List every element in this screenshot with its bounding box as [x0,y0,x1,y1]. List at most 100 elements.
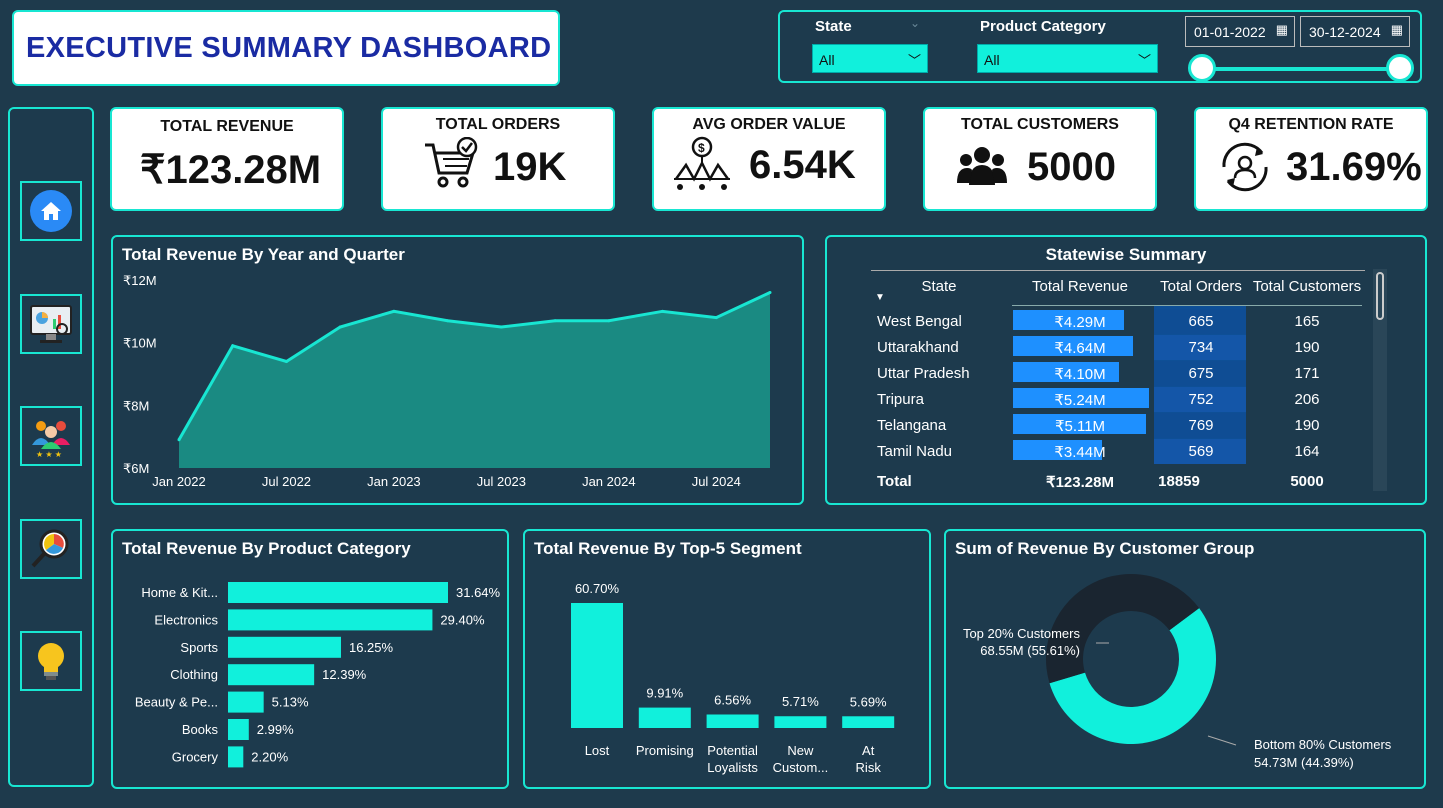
calendar-icon: ▦ [1275,22,1288,37]
category-bar[interactable] [228,746,244,768]
segment-bar[interactable] [638,707,691,728]
data-point[interactable] [284,359,288,363]
x-tick-label: Jan 2024 [582,474,636,489]
end-date-field[interactable]: 30-12-2024 ▦ [1300,16,1410,47]
kpi-value: 19K [493,145,567,189]
data-point[interactable] [553,319,557,323]
customers-cell: 190 [1294,417,1320,434]
slider-start-handle[interactable] [1188,54,1216,82]
slider-end-handle[interactable] [1386,54,1414,82]
data-point[interactable] [499,325,503,329]
data-point[interactable] [768,291,772,295]
nav-search-button[interactable] [20,519,82,579]
x-tick-label: Jan 2022 [152,474,206,489]
customers-cell: 164 [1294,443,1320,460]
y-tick-label: ₹8M [123,398,149,413]
statewise-summary-panel: Statewise Summary State Total Revenue Tota… [825,235,1427,505]
state-cell: Uttarakhand [877,339,959,356]
y-tick-label: ₹6M [123,461,149,476]
state-cell: Telangana [877,417,947,434]
data-point[interactable] [338,325,342,329]
kpi-title: TOTAL ORDERS [435,116,561,133]
state-dropdown[interactable]: All ﹀ [812,44,928,73]
start-date-value: 01-01-2022 [1194,24,1266,40]
customers-cell: 190 [1294,339,1320,356]
nav-insights-button[interactable] [20,631,82,691]
leader-line [1207,735,1237,746]
total-label: Total [877,473,912,490]
category-bar[interactable] [228,664,315,686]
category-label: Clothing [170,667,218,682]
data-label: 9.91% [646,686,683,701]
segment-bar[interactable] [571,603,623,728]
end-date-value: 30-12-2024 [1309,24,1381,40]
category-bar[interactable] [228,582,448,603]
category-label: Electronics [154,612,218,627]
kpi-title: TOTAL REVENUE [160,118,294,135]
data-label: 16.25% [349,640,394,655]
customer-group-panel: Sum of Revenue By Customer Group Top 20%… [944,529,1426,789]
svg-text:$: $ [698,141,705,155]
slice-category-label: Bottom 80% Customers [1254,737,1392,752]
kpi-avg-order-value: AVG ORDER VALUE $ 6.54K [652,107,886,211]
category-dropdown-value: All [984,52,1000,68]
data-label: 5.13% [272,695,309,710]
kpi-total-customers: TOTAL CUSTOMERS 5000 [923,107,1157,211]
customer-group-icon: ★ ★ ★ [32,421,70,459]
home-icon [30,190,72,232]
kpi-title: Q4 RETENTION RATE [1228,116,1394,133]
lightbulb-icon [38,643,64,680]
segment-bar[interactable] [774,716,827,728]
state-filter-label: State [815,18,852,35]
category-bar[interactable] [228,719,249,740]
kpi-title: AVG ORDER VALUE [692,116,846,133]
state-cell: Tripura [877,391,924,408]
customers-cell: 206 [1294,391,1320,408]
data-point[interactable] [607,319,611,323]
nav-analytics-button[interactable] [20,294,82,354]
data-label: 2.20% [251,749,288,764]
data-label: 2.99% [257,722,294,737]
category-label: Sports [180,640,218,655]
state-dropdown-value: All [819,52,835,68]
y-tick-label: ₹10M [123,336,157,351]
slice-value-label: 68.55M (55.61%) [980,643,1080,658]
date-range-slider[interactable] [1203,67,1401,71]
kpi-total-orders: TOTAL ORDERS 19K [381,107,615,211]
filter-panel: State ⌄ All ﹀ Product Category All ﹀ 01-… [778,10,1422,83]
customers-cell: 165 [1294,313,1320,330]
kpi-value: 31.69% [1286,145,1422,189]
data-point[interactable] [392,309,396,313]
data-point[interactable] [446,319,450,323]
data-point[interactable] [661,309,665,313]
nav-customers-button[interactable]: ★ ★ ★ [20,406,82,466]
revenue-trend-panel: Total Revenue By Year and Quarter ₹6M ₹8M… [111,235,804,505]
category-bar[interactable] [228,636,341,658]
shopping-cart-icon [425,137,478,188]
scrollbar[interactable] [1373,269,1387,491]
category-label: Grocery [172,749,219,764]
data-point[interactable] [177,438,181,442]
segment-bar[interactable] [706,714,759,728]
nav-home-button[interactable] [20,181,82,241]
revenue-area-chart: ₹6M ₹8M ₹10M ₹12M Jan 2022 Jul 2022 Jan 2023 Ju… [123,273,772,489]
state-cell: Uttar Pradesh [877,365,970,382]
segment-label: Promising [636,743,694,758]
category-bar[interactable] [228,609,433,631]
total-customers: 5000 [1290,473,1324,490]
data-point[interactable] [714,316,718,320]
category-dropdown[interactable]: All ﹀ [977,44,1158,73]
svg-text:★ ★ ★: ★ ★ ★ [36,450,62,459]
kpi-retention-rate: Q4 RETENTION RATE 31.69% [1194,107,1428,211]
money-network-icon: $ [674,136,730,190]
start-date-field[interactable]: 01-01-2022 ▦ [1185,16,1295,47]
category-bar-chart: Home & Kit... 31.64% Electronics 29.40% Spor… [135,582,501,768]
data-point[interactable] [231,344,235,348]
category-bar[interactable] [228,691,264,713]
panel-title: Statewise Summary [1045,245,1207,264]
segment-bar[interactable] [842,716,895,728]
category-label: Home & Kit... [141,585,218,600]
chevron-down-icon: ﹀ [907,53,921,68]
sort-desc-icon[interactable]: ▼ [875,292,885,303]
scrollbar-thumb[interactable] [1376,272,1384,320]
